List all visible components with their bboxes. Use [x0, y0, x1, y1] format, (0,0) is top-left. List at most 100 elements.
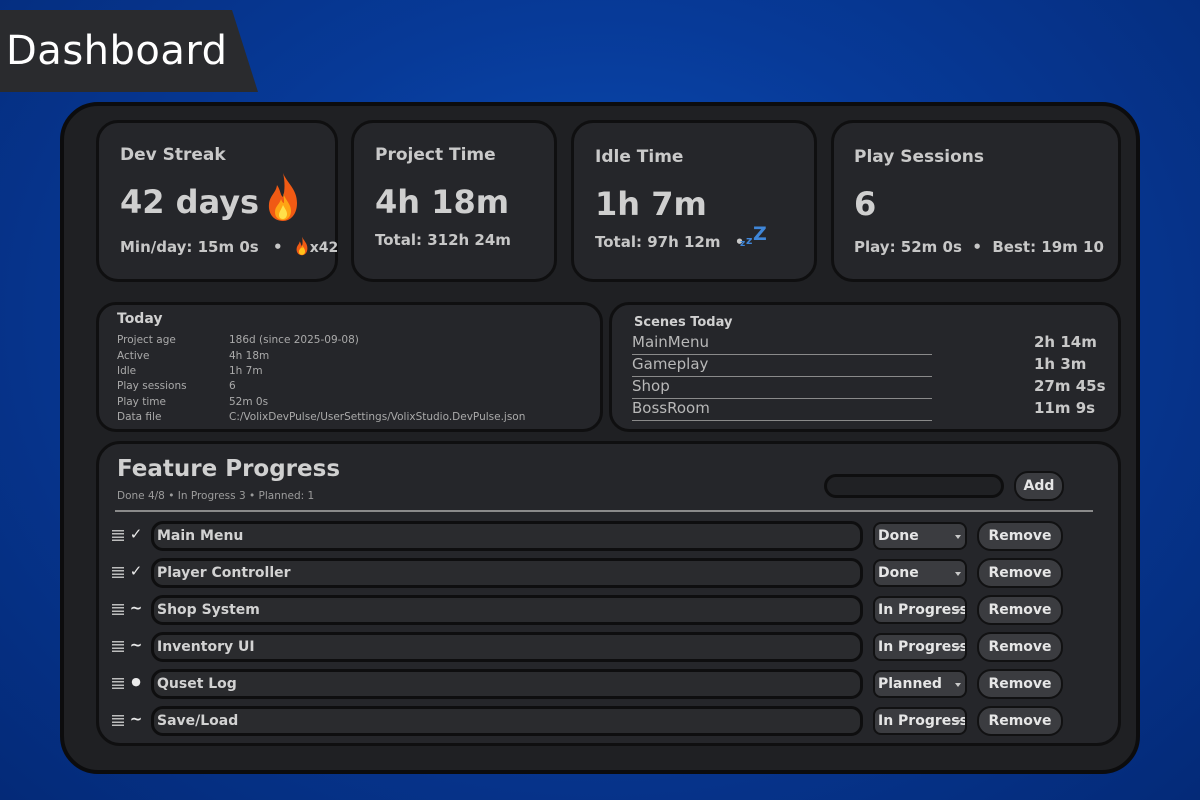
play-sessions-title: Play Sessions	[854, 147, 984, 167]
planned-dot-icon: ●	[131, 675, 141, 688]
feature-name-field[interactable]: Quset Log	[151, 669, 863, 699]
play-sessions-detail: Play: 52m 0s • Best: 19m 10	[854, 238, 1104, 256]
today-title: Today	[117, 311, 163, 327]
idle-time-total: Total: 97h 12m •	[595, 233, 744, 251]
min-per-day-text: Min/day: 15m 0s	[120, 238, 259, 256]
scene-time: 1h 3m	[1034, 355, 1087, 373]
feature-progress-card: Feature Progress Done 4/8 • In Progress …	[96, 441, 1121, 746]
today-row-play-time: Play time 52m 0s	[117, 396, 268, 408]
feature-status-select[interactable]: In Progress	[873, 596, 967, 624]
remove-feature-button[interactable]: Remove	[977, 706, 1063, 736]
new-feature-input[interactable]	[824, 474, 1004, 498]
feature-status-select[interactable]: In Progress	[873, 707, 967, 735]
today-value: 6	[229, 380, 236, 392]
feature-name-field[interactable]: Save/Load	[151, 706, 863, 736]
chevron-down-icon	[955, 720, 961, 724]
chevron-down-icon	[955, 609, 961, 613]
drag-handle-icon[interactable]	[112, 715, 124, 726]
in-progress-icon: ~	[129, 710, 143, 728]
remove-feature-button[interactable]: Remove	[977, 595, 1063, 625]
feature-name-field[interactable]: Shop System	[151, 595, 863, 625]
idle-total-text: Total: 97h 12m	[595, 233, 721, 251]
small-flame-icon	[296, 236, 308, 256]
zzz-icon: z z Z	[739, 221, 779, 253]
feature-status-select[interactable]: Done	[873, 559, 967, 587]
project-time-title: Project Time	[375, 145, 496, 165]
feature-status-select[interactable]: Planned	[873, 670, 967, 698]
dev-streak-value: 42 days	[120, 183, 260, 221]
zzz-small-1: z	[740, 239, 746, 249]
feature-divider	[115, 510, 1093, 512]
drag-handle-icon[interactable]	[112, 604, 124, 615]
zzz-large: Z	[753, 223, 767, 245]
chevron-down-icon	[955, 572, 961, 576]
remove-feature-button[interactable]: Remove	[977, 558, 1063, 588]
in-progress-icon: ~	[129, 599, 143, 617]
drag-handle-icon[interactable]	[112, 530, 124, 541]
feature-row: ✓ Main Menu Done Remove	[99, 519, 1119, 553]
today-label: Active	[117, 350, 150, 362]
feature-name-field[interactable]: Player Controller	[151, 558, 863, 588]
chevron-down-icon	[955, 683, 961, 687]
page-title: Dashboard	[6, 28, 228, 74]
idle-time-value: 1h 7m	[595, 185, 707, 223]
feature-row: ~ Save/Load In Progress Remove	[99, 704, 1119, 738]
idle-time-card: Idle Time 1h 7m Total: 97h 12m • z z Z	[571, 120, 817, 282]
today-label: Data file	[117, 411, 162, 423]
project-time-total: Total: 312h 24m	[375, 231, 511, 249]
status-value: Done	[878, 528, 919, 544]
scene-name: Gameplay	[632, 355, 709, 373]
drag-handle-icon[interactable]	[112, 567, 124, 578]
scene-row: Shop 27m 45s	[632, 377, 1106, 399]
project-time-value: 4h 18m	[375, 183, 510, 221]
today-label: Play time	[117, 396, 166, 408]
today-card: Today Project age 186d (since 2025-09-08)…	[96, 302, 603, 432]
play-sessions-card: Play Sessions 6 Play: 52m 0s • Best: 19m…	[831, 120, 1121, 282]
today-value: 52m 0s	[229, 396, 269, 408]
today-value: 186d (since 2025-09-08)	[229, 334, 359, 346]
today-label: Project age	[117, 334, 176, 346]
check-icon: ✓	[129, 562, 143, 580]
add-feature-button[interactable]: Add	[1014, 471, 1064, 501]
dev-streak-title: Dev Streak	[120, 145, 226, 165]
idle-time-title: Idle Time	[595, 147, 684, 167]
scene-time: 2h 14m	[1034, 333, 1097, 351]
today-value: 1h 7m	[229, 365, 263, 377]
feature-progress-summary: Done 4/8 • In Progress 3 • Planned: 1	[117, 490, 315, 502]
remove-feature-button[interactable]: Remove	[977, 632, 1063, 662]
feature-name-field[interactable]: Main Menu	[151, 521, 863, 551]
remove-feature-button[interactable]: Remove	[977, 521, 1063, 551]
today-value: 4h 18m	[229, 350, 270, 362]
today-row-play-sessions: Play sessions 6	[117, 380, 236, 392]
today-value: C:/VolixDevPulse/UserSettings/VolixStudi…	[229, 411, 526, 423]
zzz-small-2: z	[746, 234, 753, 247]
play-sessions-value: 6	[854, 185, 877, 223]
scene-row: Gameplay 1h 3m	[632, 355, 1086, 377]
chevron-down-icon	[955, 646, 961, 650]
scene-time: 11m 9s	[1034, 399, 1096, 417]
scene-time: 27m 45s	[1034, 377, 1106, 395]
drag-handle-icon[interactable]	[112, 641, 124, 652]
remove-feature-button[interactable]: Remove	[977, 669, 1063, 699]
scene-row: BossRoom 11m 9s	[632, 399, 1095, 421]
feature-row: ● Quset Log Planned Remove	[99, 667, 1119, 701]
status-value: Done	[878, 565, 919, 581]
flame-icon	[268, 173, 297, 221]
feature-name-field[interactable]: Inventory UI	[151, 632, 863, 662]
project-time-card: Project Time 4h 18m Total: 312h 24m	[351, 120, 557, 282]
status-value: In Progress	[878, 713, 967, 729]
title-tab: Dashboard	[0, 10, 258, 92]
today-row-data-file: Data file C:/VolixDevPulse/UserSettings/V…	[117, 411, 525, 423]
chevron-down-icon	[955, 535, 961, 539]
in-progress-icon: ~	[129, 636, 143, 654]
check-icon: ✓	[129, 525, 143, 543]
feature-progress-title: Feature Progress	[117, 456, 341, 482]
scene-name: Shop	[632, 377, 670, 395]
scene-name: BossRoom	[632, 399, 710, 417]
scenes-title: Scenes Today	[634, 315, 733, 330]
feature-status-select[interactable]: In Progress	[873, 633, 967, 661]
scenes-today-card: Scenes Today MainMenu 2h 14m Gameplay 1h…	[609, 302, 1121, 432]
today-row-active: Active 4h 18m	[117, 350, 269, 362]
feature-status-select[interactable]: Done	[873, 522, 967, 550]
drag-handle-icon[interactable]	[112, 678, 124, 689]
